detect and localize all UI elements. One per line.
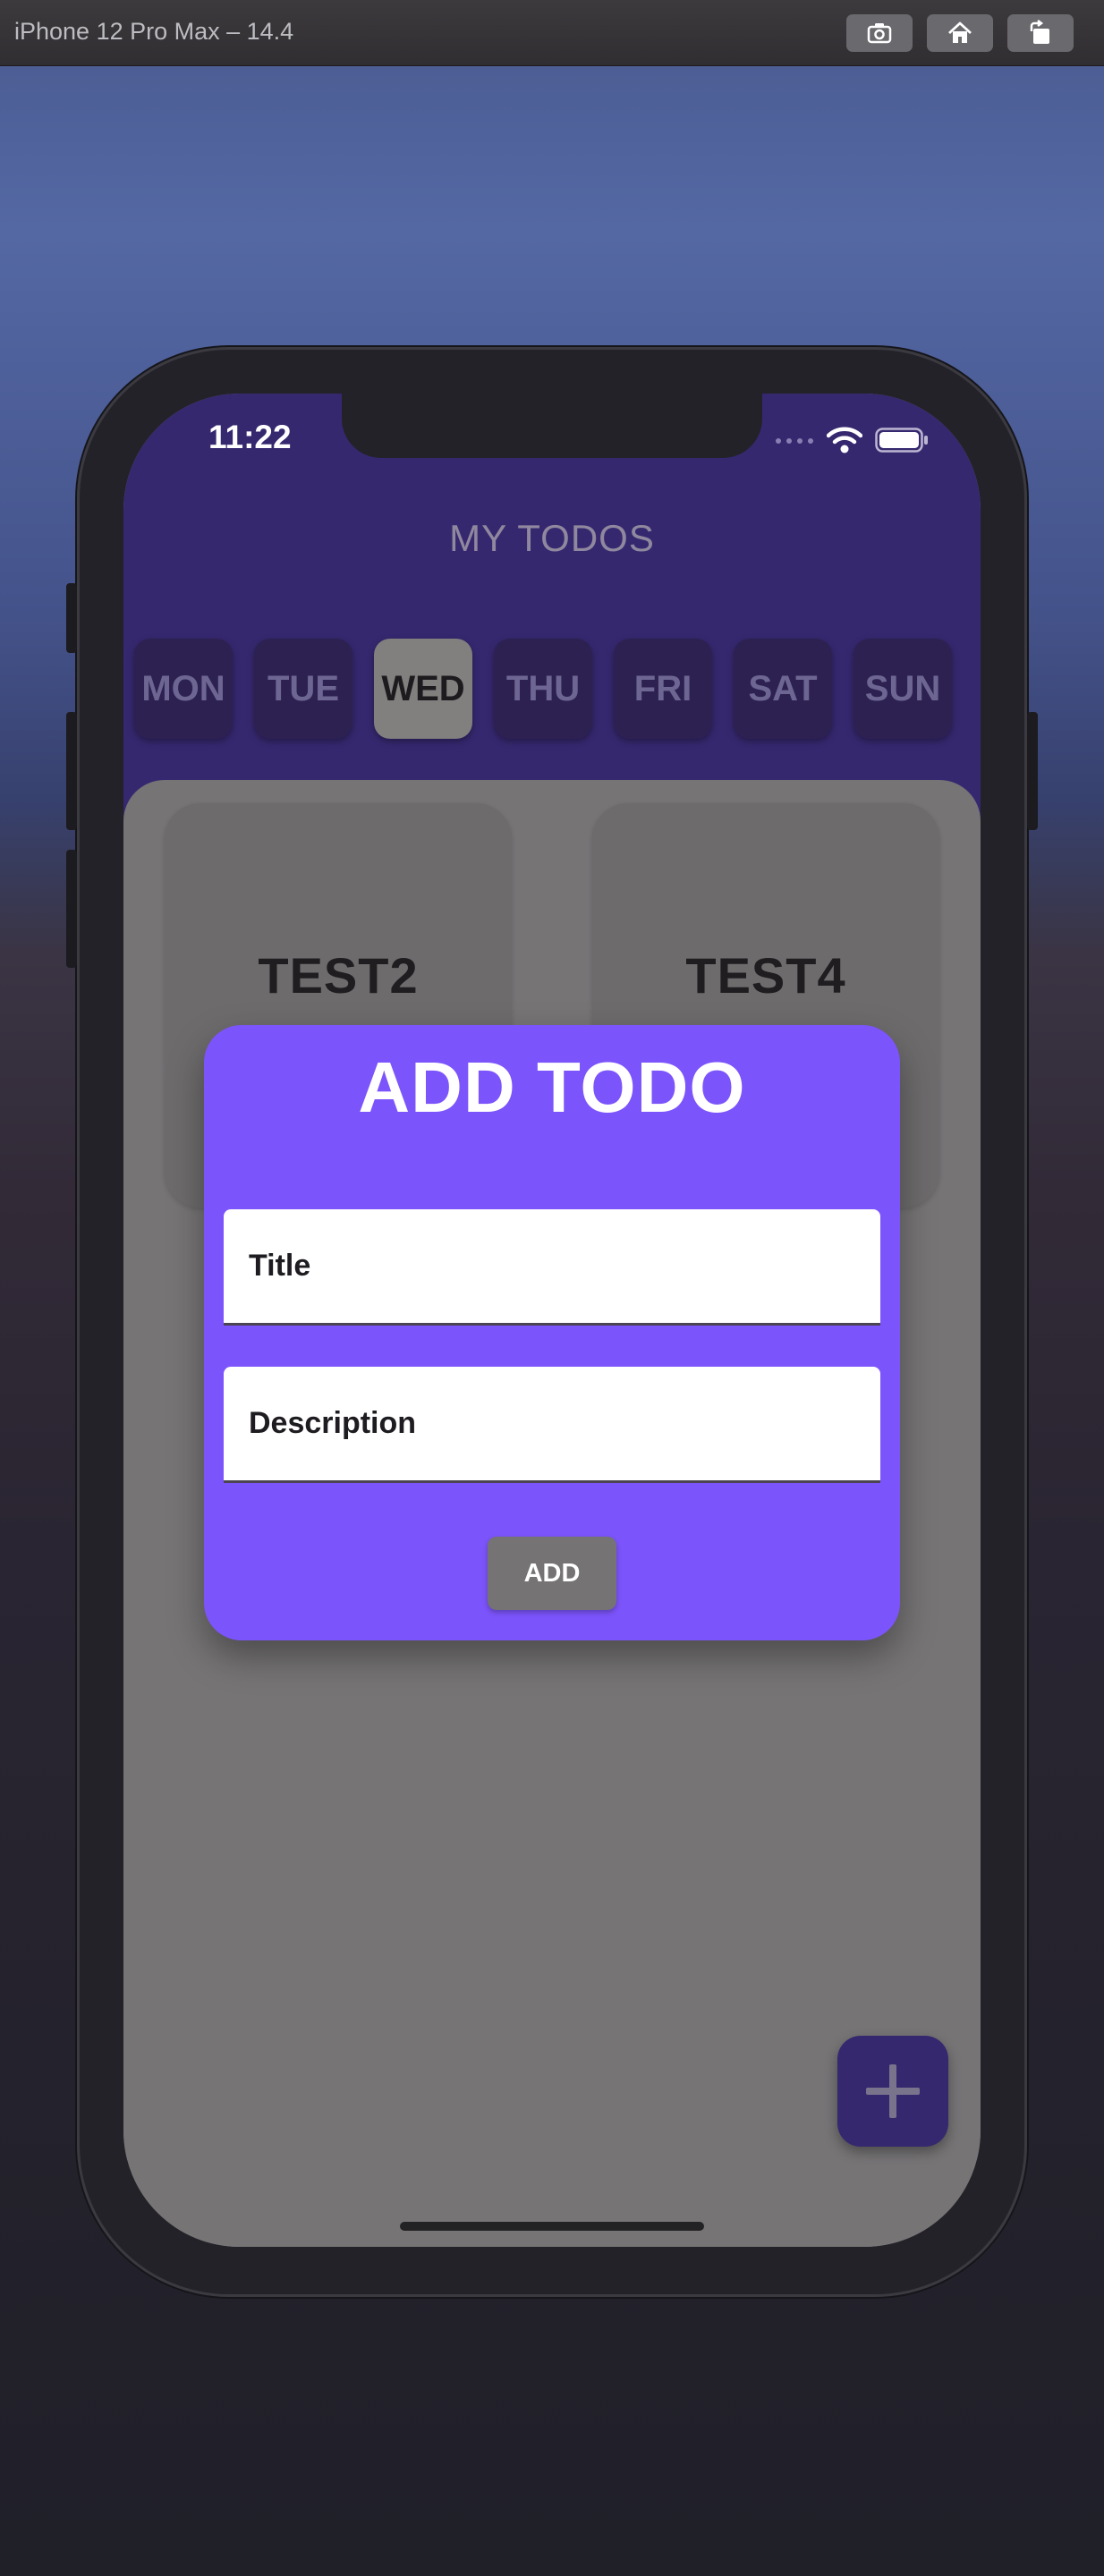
day-tab-thu[interactable]: THU: [494, 639, 592, 739]
dialog-title: ADD TODO: [358, 1047, 746, 1127]
app-title: MY TODOS: [449, 517, 655, 559]
cellular-icon: [776, 438, 813, 444]
day-tab-sun[interactable]: SUN: [853, 639, 952, 739]
volume-up-button: [66, 712, 77, 830]
day-tab-fri[interactable]: FRI: [614, 639, 712, 739]
add-todo-dialog: ADD TODO ADD: [204, 1025, 900, 1640]
home-button[interactable]: [927, 14, 993, 52]
wifi-icon: [827, 427, 862, 453]
volume-down-button: [66, 850, 77, 968]
day-tab-tue[interactable]: TUE: [254, 639, 352, 739]
app-header: 11:22 MY TODOS MON TUE WED THU FRI SAT S…: [123, 394, 981, 832]
title-field: [224, 1209, 880, 1326]
power-button: [1027, 712, 1038, 830]
simulator-title: iPhone 12 Pro Max – 14.4: [14, 18, 294, 45]
battery-icon: [875, 428, 928, 453]
status-icons: [775, 426, 929, 454]
title-input[interactable]: [224, 1209, 880, 1323]
day-tab-sat[interactable]: SAT: [734, 639, 832, 739]
add-button[interactable]: ADD: [488, 1537, 616, 1610]
day-tab-wed[interactable]: WED: [374, 639, 472, 739]
add-todo-fab[interactable]: [837, 2036, 948, 2147]
screenshot-button[interactable]: [846, 14, 913, 52]
mute-switch: [66, 583, 77, 653]
plus-icon: [866, 2064, 920, 2118]
rotate-button[interactable]: [1007, 14, 1074, 52]
rotate-icon: [1030, 20, 1049, 44]
day-tab-mon[interactable]: MON: [134, 639, 233, 739]
status-time: 11:22: [208, 419, 292, 455]
notch: [342, 394, 762, 458]
home-icon: [948, 21, 972, 43]
todo-title: TEST4: [685, 947, 846, 1004]
screenshot-icon: [867, 23, 892, 44]
description-input[interactable]: [224, 1367, 880, 1480]
todo-title: TEST2: [258, 947, 419, 1004]
simulator-toolbar: iPhone 12 Pro Max – 14.4: [0, 0, 1104, 66]
home-indicator: [400, 2222, 704, 2231]
description-field: [224, 1367, 880, 1483]
